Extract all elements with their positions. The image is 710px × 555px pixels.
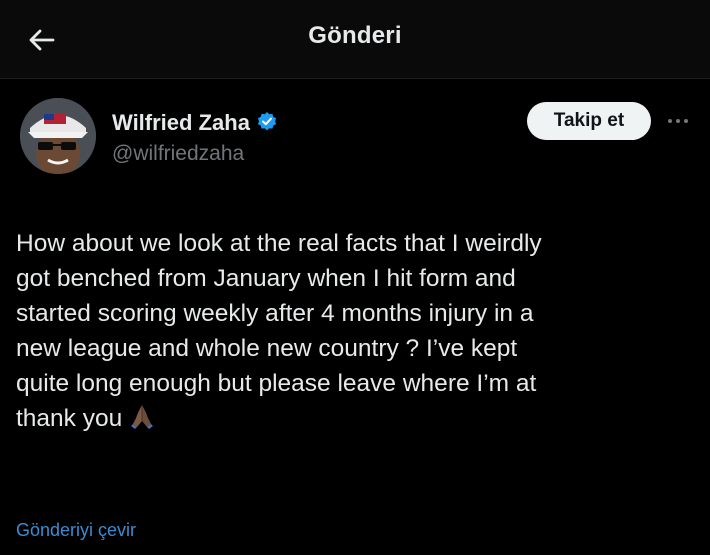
more-horizontal-icon bbox=[668, 119, 688, 123]
tweet-text-content: How about we look at the real facts that… bbox=[16, 230, 542, 432]
top-bar: Gönderi bbox=[0, 0, 710, 79]
folded-hands-icon bbox=[131, 405, 154, 429]
page-title: Gönderi bbox=[308, 22, 402, 49]
more-options-button[interactable] bbox=[664, 106, 692, 136]
verified-badge-icon bbox=[257, 112, 277, 131]
tweet-text: How about we look at the real facts that… bbox=[16, 226, 696, 436]
profile-photo-icon bbox=[20, 98, 96, 174]
avatar[interactable] bbox=[20, 98, 96, 174]
translate-post-link[interactable]: Gönderiyi çevir bbox=[16, 520, 136, 541]
tweet-author: Wilfried Zaha @wilfriedzaha Takip et bbox=[20, 96, 690, 180]
author-handle[interactable]: @wilfriedzaha bbox=[112, 142, 244, 166]
follow-button[interactable]: Takip et bbox=[527, 102, 651, 140]
author-name-text: Wilfried Zaha bbox=[112, 110, 250, 135]
author-name[interactable]: Wilfried Zaha bbox=[112, 110, 278, 136]
